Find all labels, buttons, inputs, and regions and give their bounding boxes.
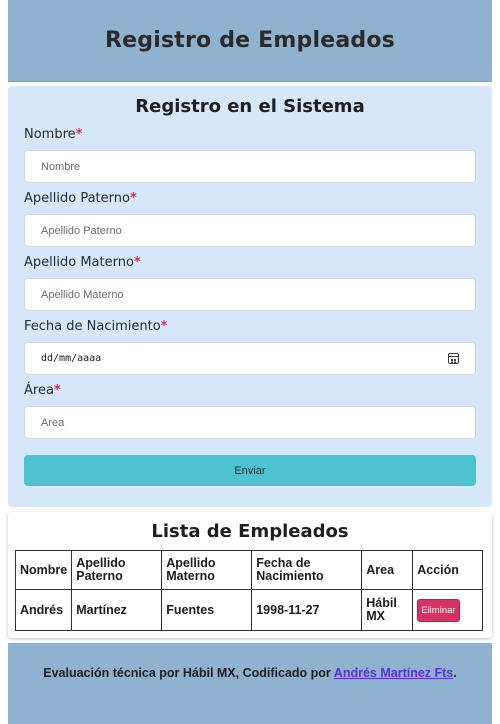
column-header: Acción bbox=[412, 550, 483, 590]
page-header: Registro de Empleados bbox=[8, 0, 492, 82]
cell-apellido-materno: Fuentes bbox=[161, 589, 253, 631]
submit-button[interactable]: Enviar bbox=[24, 455, 476, 486]
author-link[interactable]: Andrés Martínez Fts bbox=[334, 666, 453, 680]
page-footer: Evaluación técnica por Hábil MX, Codific… bbox=[8, 643, 492, 724]
column-header: Apellido Materno bbox=[161, 550, 253, 590]
list-title: Lista de Empleados bbox=[151, 521, 349, 542]
table-row: Andrés Martínez Fuentes 1998-11-27 Hábil… bbox=[14, 589, 483, 631]
nombre-label: Nombre* bbox=[24, 127, 83, 142]
column-header: Apellido Paterno bbox=[71, 550, 163, 590]
apellido-paterno-label: Apellido Paterno* bbox=[24, 191, 137, 206]
column-header: Area bbox=[361, 550, 414, 590]
required-mark: * bbox=[53, 383, 61, 398]
area-label: Área* bbox=[24, 383, 61, 398]
required-mark: * bbox=[129, 191, 137, 206]
fecha-nacimiento-label: Fecha de Nacimiento* bbox=[24, 319, 168, 334]
required-mark: * bbox=[133, 255, 141, 270]
apellido-materno-label: Apellido Materno* bbox=[24, 255, 141, 270]
column-header: Fecha de Nacimiento bbox=[251, 550, 363, 590]
cell-apellido-paterno: Martínez bbox=[71, 589, 163, 631]
apellido-materno-input[interactable]: Apellido Materno bbox=[24, 278, 476, 311]
employee-table: Nombre Apellido Paterno Apellido Materno… bbox=[14, 550, 483, 631]
delete-button[interactable]: Eliminar bbox=[417, 598, 460, 622]
area-input[interactable]: Area bbox=[24, 406, 476, 439]
cell-fecha: 1998-11-27 bbox=[251, 589, 363, 631]
registration-form: Registro en el Sistema Nombre* Nombre Ap… bbox=[8, 86, 492, 507]
page-title: Registro de Empleados bbox=[105, 28, 395, 53]
cell-accion: Eliminar bbox=[412, 589, 483, 631]
table-header-row: Nombre Apellido Paterno Apellido Materno… bbox=[14, 550, 483, 590]
column-header: Nombre bbox=[14, 550, 73, 590]
fecha-nacimiento-input[interactable]: dd/mm/aaaa bbox=[24, 342, 476, 375]
cell-area: Hábil MX bbox=[361, 589, 414, 631]
employee-list: Lista de Empleados Nombre Apellido Pater… bbox=[8, 512, 492, 638]
calendar-icon[interactable] bbox=[448, 353, 459, 364]
footer-text: Evaluación técnica por Hábil MX, Codific… bbox=[43, 665, 457, 680]
apellido-paterno-input[interactable]: Apellido Paterno bbox=[24, 214, 476, 247]
required-mark: * bbox=[75, 127, 83, 142]
cell-nombre: Andrés bbox=[14, 589, 73, 631]
required-mark: * bbox=[160, 319, 168, 334]
form-title: Registro en el Sistema bbox=[135, 96, 365, 117]
nombre-input[interactable]: Nombre bbox=[24, 150, 476, 183]
